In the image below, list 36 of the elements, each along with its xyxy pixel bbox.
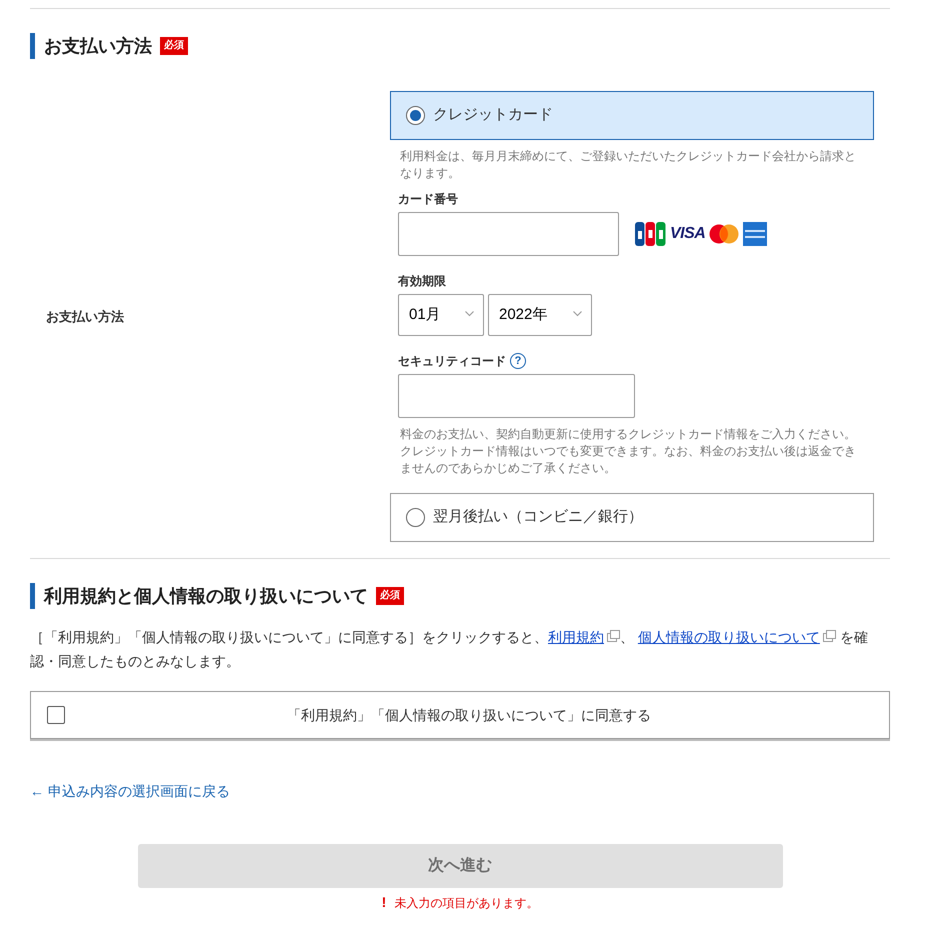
year-select[interactable]: 2022年 xyxy=(488,294,592,336)
required-badge: 必須 xyxy=(376,587,404,605)
field-label: 有効期限 xyxy=(398,273,447,290)
card-brand-logo: VISA xyxy=(670,224,706,244)
warning-icon: ! xyxy=(382,892,386,913)
card-number-field[interactable] xyxy=(398,212,619,256)
chevron-icon xyxy=(465,311,474,317)
card-brand-icon xyxy=(709,224,740,244)
field-label: カード番号 xyxy=(398,191,459,208)
section-heading: 利用規約と個人情報の取り扱いについて xyxy=(30,583,368,609)
help-icon[interactable]: ? xyxy=(510,353,526,369)
error-message: 未入力の項目があります。 xyxy=(394,894,538,912)
back-link[interactable]: ← 申込み内容の選択画面に戻る xyxy=(30,781,230,802)
agree-checkbox-row[interactable]: 「利用規約」「個人情報の取り扱いについて」に同意する xyxy=(30,691,890,739)
row-label: お支払い方法 xyxy=(45,308,125,326)
new-window-icon xyxy=(822,630,836,642)
radio-icon xyxy=(406,106,425,125)
required-badge: 必須 xyxy=(160,37,188,55)
new-window-icon xyxy=(607,630,620,642)
terms-notice: ［「利用規約」「個人情報の取り扱いについて」に同意する］をクリックすると、利用規約 、 個人情報の取り扱いについて を確認・同意したものとみなします。 xyxy=(30,628,869,671)
payment-option[interactable]: クレジットカード xyxy=(390,91,874,140)
checkbox[interactable] xyxy=(47,706,65,724)
terms-link[interactable]: 利用規約 xyxy=(548,629,620,645)
card-brand-icon xyxy=(635,222,666,246)
note-text: 利用料金は、毎月月末締めにて、ご登録いただいたクレジットカード会社から請求となります。 xyxy=(399,148,857,182)
field-label: セキュリティコード xyxy=(398,353,506,370)
terms-link[interactable]: 個人情報の取り扱いについて xyxy=(638,629,836,645)
card-brand-icon xyxy=(743,222,768,246)
radio-icon xyxy=(406,508,425,527)
security-code-field[interactable] xyxy=(398,374,635,418)
chevron-icon xyxy=(573,311,582,317)
section-heading: お支払い方法 xyxy=(30,33,152,59)
checkbox-label: 「利用規約」「個人情報の取り扱いについて」に同意する xyxy=(286,706,652,724)
note-text: 料金のお支払い、契約自動更新に使用するクレジットカード情報をご入力ください。クレジットカード情報はいつでも変更できます。なお、料金のお支払い後は返金できませんのであらかじめご了承ください。 xyxy=(399,426,857,477)
payment-option[interactable]: 翌月後払い（コンビニ／銀行） xyxy=(390,493,874,542)
month-select[interactable]: 01月 xyxy=(398,294,484,336)
